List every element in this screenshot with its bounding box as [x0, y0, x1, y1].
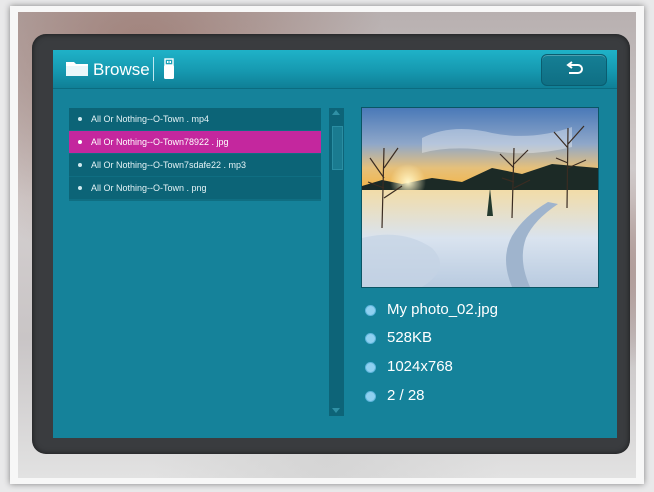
usb-drive-icon[interactable] — [163, 58, 175, 80]
header-bar: Browse — [53, 50, 617, 89]
header-divider — [153, 57, 154, 81]
back-button[interactable] — [541, 54, 607, 86]
folder-icon — [66, 62, 88, 76]
bullet-icon — [365, 362, 376, 373]
media-browser-screen: Browse All Or Nothing--O-Town . mp4 All … — [53, 50, 617, 438]
file-list-item[interactable]: All Or Nothing--O-Town7sdafe22 . mp3 — [69, 154, 321, 176]
file-list-item-selected[interactable]: All Or Nothing--O-Town78922 . jpg — [69, 131, 321, 153]
page-title: Browse — [93, 60, 150, 79]
bullet-icon — [365, 333, 376, 344]
scroll-down-arrow-icon[interactable] — [332, 408, 340, 413]
scroll-thumb[interactable] — [332, 126, 343, 170]
file-list: All Or Nothing--O-Town . mp4 All Or Noth… — [69, 108, 321, 201]
scrollbar[interactable] — [329, 108, 344, 416]
file-list-item[interactable]: All Or Nothing--O-Town . png — [69, 177, 321, 199]
file-list-item[interactable]: All Or Nothing--O-Town . mp4 — [69, 108, 321, 130]
bullet-icon — [365, 391, 376, 402]
return-arrow-icon — [566, 61, 583, 74]
scroll-up-arrow-icon[interactable] — [332, 110, 340, 115]
bullet-icon — [365, 305, 376, 316]
photo-preview — [361, 107, 599, 288]
